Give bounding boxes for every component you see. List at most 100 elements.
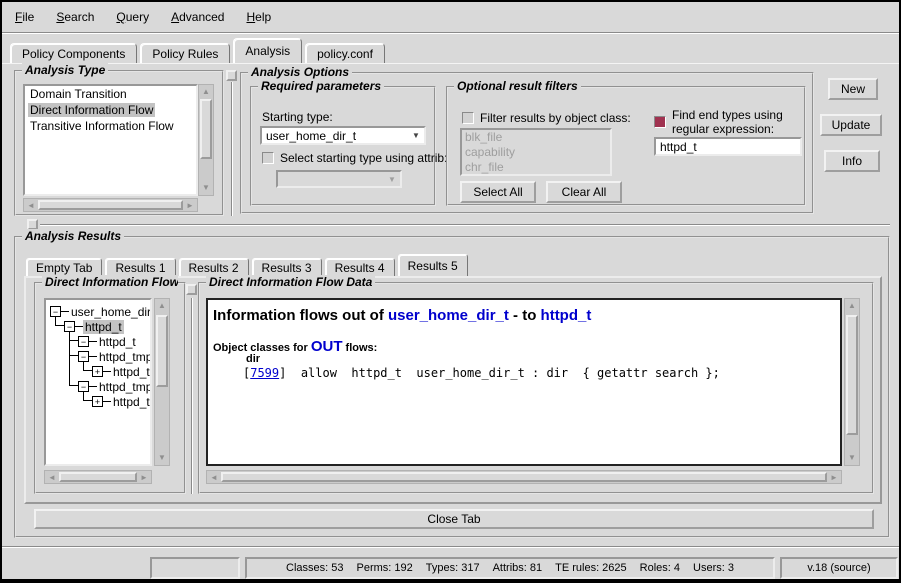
- menu-file[interactable]: File: [15, 10, 34, 24]
- tree-hscrollbar[interactable]: ◄ ►: [44, 470, 152, 484]
- menu-advanced[interactable]: Advanced: [171, 10, 224, 24]
- analysis-type-list[interactable]: Domain Transition Direct Information Flo…: [23, 84, 198, 196]
- tree-node[interactable]: + httpd_t: [92, 364, 152, 379]
- pane-sash-vertical[interactable]: [231, 82, 233, 216]
- regex-input[interactable]: httpd_t: [654, 137, 802, 156]
- pane-sash-horizontal[interactable]: [40, 224, 890, 226]
- menu-search[interactable]: Search: [56, 10, 94, 24]
- chevron-down-icon[interactable]: ▼: [408, 131, 424, 140]
- scroll-left-icon[interactable]: ◄: [45, 471, 59, 483]
- regex-checkbox[interactable]: [654, 116, 666, 128]
- menu-help[interactable]: Help: [246, 10, 271, 24]
- new-button[interactable]: New: [828, 78, 878, 100]
- apol-window: File Search Query Advanced Help Policy C…: [0, 0, 901, 583]
- tab-results-4[interactable]: Results 4: [325, 258, 395, 276]
- data-hscrollbar[interactable]: ◄ ►: [206, 470, 842, 484]
- analysis-type-vscrollbar[interactable]: ▲ ▼: [198, 84, 214, 196]
- tree-node-label[interactable]: httpd_t: [111, 365, 152, 379]
- scroll-down-icon[interactable]: ▼: [155, 451, 169, 465]
- results-sash-handle[interactable]: [186, 284, 197, 295]
- scrollbar-thumb[interactable]: [200, 99, 212, 159]
- scroll-right-icon[interactable]: ►: [827, 471, 841, 483]
- list-item[interactable]: Direct Information Flow: [25, 102, 196, 118]
- pane-sash-handle[interactable]: [226, 70, 237, 81]
- object-class-checkbox[interactable]: [462, 112, 474, 124]
- tree-node-label[interactable]: httpd_t: [111, 395, 152, 409]
- scroll-right-icon[interactable]: ►: [183, 199, 197, 211]
- clear-all-button[interactable]: Clear All: [546, 181, 622, 203]
- tree-expander-icon[interactable]: −: [78, 351, 89, 362]
- tab-analysis[interactable]: Analysis: [233, 38, 302, 63]
- scroll-right-icon[interactable]: ►: [137, 471, 151, 483]
- info-button[interactable]: Info: [824, 150, 880, 172]
- starting-type-combobox[interactable]: user_home_dir_t ▼: [260, 126, 426, 145]
- tab-results-3[interactable]: Results 3: [252, 258, 322, 276]
- scrollbar-thumb[interactable]: [221, 472, 827, 482]
- menu-query[interactable]: Query: [116, 10, 149, 24]
- tree-node-label[interactable]: httpd_tmp_t: [97, 350, 152, 364]
- tree-node[interactable]: + httpd_t: [92, 394, 152, 409]
- stat-perms: Perms: 192: [357, 562, 413, 574]
- scroll-left-icon[interactable]: ◄: [24, 199, 38, 211]
- scrollbar-thumb[interactable]: [846, 315, 858, 435]
- tree-node-label[interactable]: httpd_tmpfs_: [97, 380, 152, 394]
- rule-id-link[interactable]: 7599: [250, 366, 279, 380]
- tab-policy-conf[interactable]: policy.conf: [305, 43, 385, 63]
- tree-expander-icon[interactable]: +: [92, 366, 103, 377]
- results-sash-vertical[interactable]: [191, 298, 193, 494]
- tab-results-2[interactable]: Results 2: [179, 258, 249, 276]
- regex-input-value: httpd_t: [660, 140, 697, 154]
- scroll-down-icon[interactable]: ▼: [845, 451, 859, 465]
- analysis-results-title: Analysis Results: [22, 229, 124, 243]
- tree-expander-icon[interactable]: −: [78, 381, 89, 392]
- attrib-checkbox[interactable]: [262, 152, 274, 164]
- flow-tree[interactable]: −user_home_dir_t −httpd_t −httpd_t −http…: [44, 298, 152, 466]
- analysis-type-hscrollbar[interactable]: ◄ ►: [23, 198, 198, 212]
- tab-empty[interactable]: Empty Tab: [26, 258, 102, 276]
- scroll-up-icon[interactable]: ▲: [155, 299, 169, 313]
- scroll-up-icon[interactable]: ▲: [199, 85, 213, 99]
- close-tab-button[interactable]: Close Tab: [34, 509, 874, 529]
- tree-node-label[interactable]: httpd_t: [97, 335, 138, 349]
- tree-node[interactable]: −httpd_tmp_t: [78, 349, 152, 364]
- flow-tree-title: Direct Information Flow T: [42, 275, 178, 289]
- list-item[interactable]: Domain Transition: [25, 86, 196, 102]
- scrollbar-thumb[interactable]: [38, 200, 183, 210]
- tree-node-label[interactable]: user_home_dir_t: [69, 305, 152, 319]
- flow-data-textarea[interactable]: Information flows out of user_home_dir_t…: [206, 298, 842, 466]
- tree-connector: [69, 340, 78, 341]
- tree-connector: [75, 326, 83, 327]
- tree-node-label[interactable]: httpd_t: [83, 320, 124, 334]
- update-button[interactable]: Update: [820, 114, 882, 136]
- tree-connector: [83, 400, 92, 401]
- object-classes-line: Object classes for OUT flows:: [213, 338, 377, 355]
- tree-node[interactable]: −httpd_t: [78, 334, 138, 349]
- data-vscrollbar[interactable]: ▲ ▼: [844, 298, 860, 466]
- analysis-options-group: Analysis Options Required parameters Sta…: [240, 72, 814, 214]
- tree-expander-icon[interactable]: −: [78, 336, 89, 347]
- tree-node[interactable]: −user_home_dir_t: [50, 304, 152, 319]
- tree-node[interactable]: −httpd_tmpfs_: [78, 379, 152, 394]
- list-item: capability: [462, 145, 610, 160]
- tree-expander-icon[interactable]: −: [64, 321, 75, 332]
- list-item[interactable]: Transitive Information Flow: [25, 118, 196, 134]
- tab-policy-rules[interactable]: Policy Rules: [140, 43, 230, 63]
- tab-results-1[interactable]: Results 1: [105, 258, 175, 276]
- scrollbar-thumb[interactable]: [59, 472, 137, 482]
- scrollbar-thumb[interactable]: [156, 315, 168, 387]
- tab-results-5[interactable]: Results 5: [398, 254, 468, 276]
- tab-policy-components[interactable]: Policy Components: [10, 43, 137, 63]
- scroll-up-icon[interactable]: ▲: [845, 299, 859, 313]
- tree-vscrollbar[interactable]: ▲ ▼: [154, 298, 170, 466]
- required-parameters-title: Required parameters: [258, 79, 384, 93]
- tree-expander-icon[interactable]: +: [92, 396, 103, 407]
- scroll-left-icon[interactable]: ◄: [207, 471, 221, 483]
- scroll-down-icon[interactable]: ▼: [199, 181, 213, 195]
- analysis-results-group: Analysis Results Empty Tab Results 1 Res…: [14, 236, 890, 538]
- status-stats-panel: Classes: 53 Perms: 192 Types: 317 Attrib…: [245, 557, 775, 579]
- attrib-combobox[interactable]: ▼: [276, 170, 402, 188]
- select-all-button[interactable]: Select All: [460, 181, 536, 203]
- object-class-list[interactable]: blk_file capability chr_file: [460, 128, 612, 176]
- tree-node[interactable]: −httpd_t: [64, 319, 124, 334]
- tree-expander-icon[interactable]: −: [50, 306, 61, 317]
